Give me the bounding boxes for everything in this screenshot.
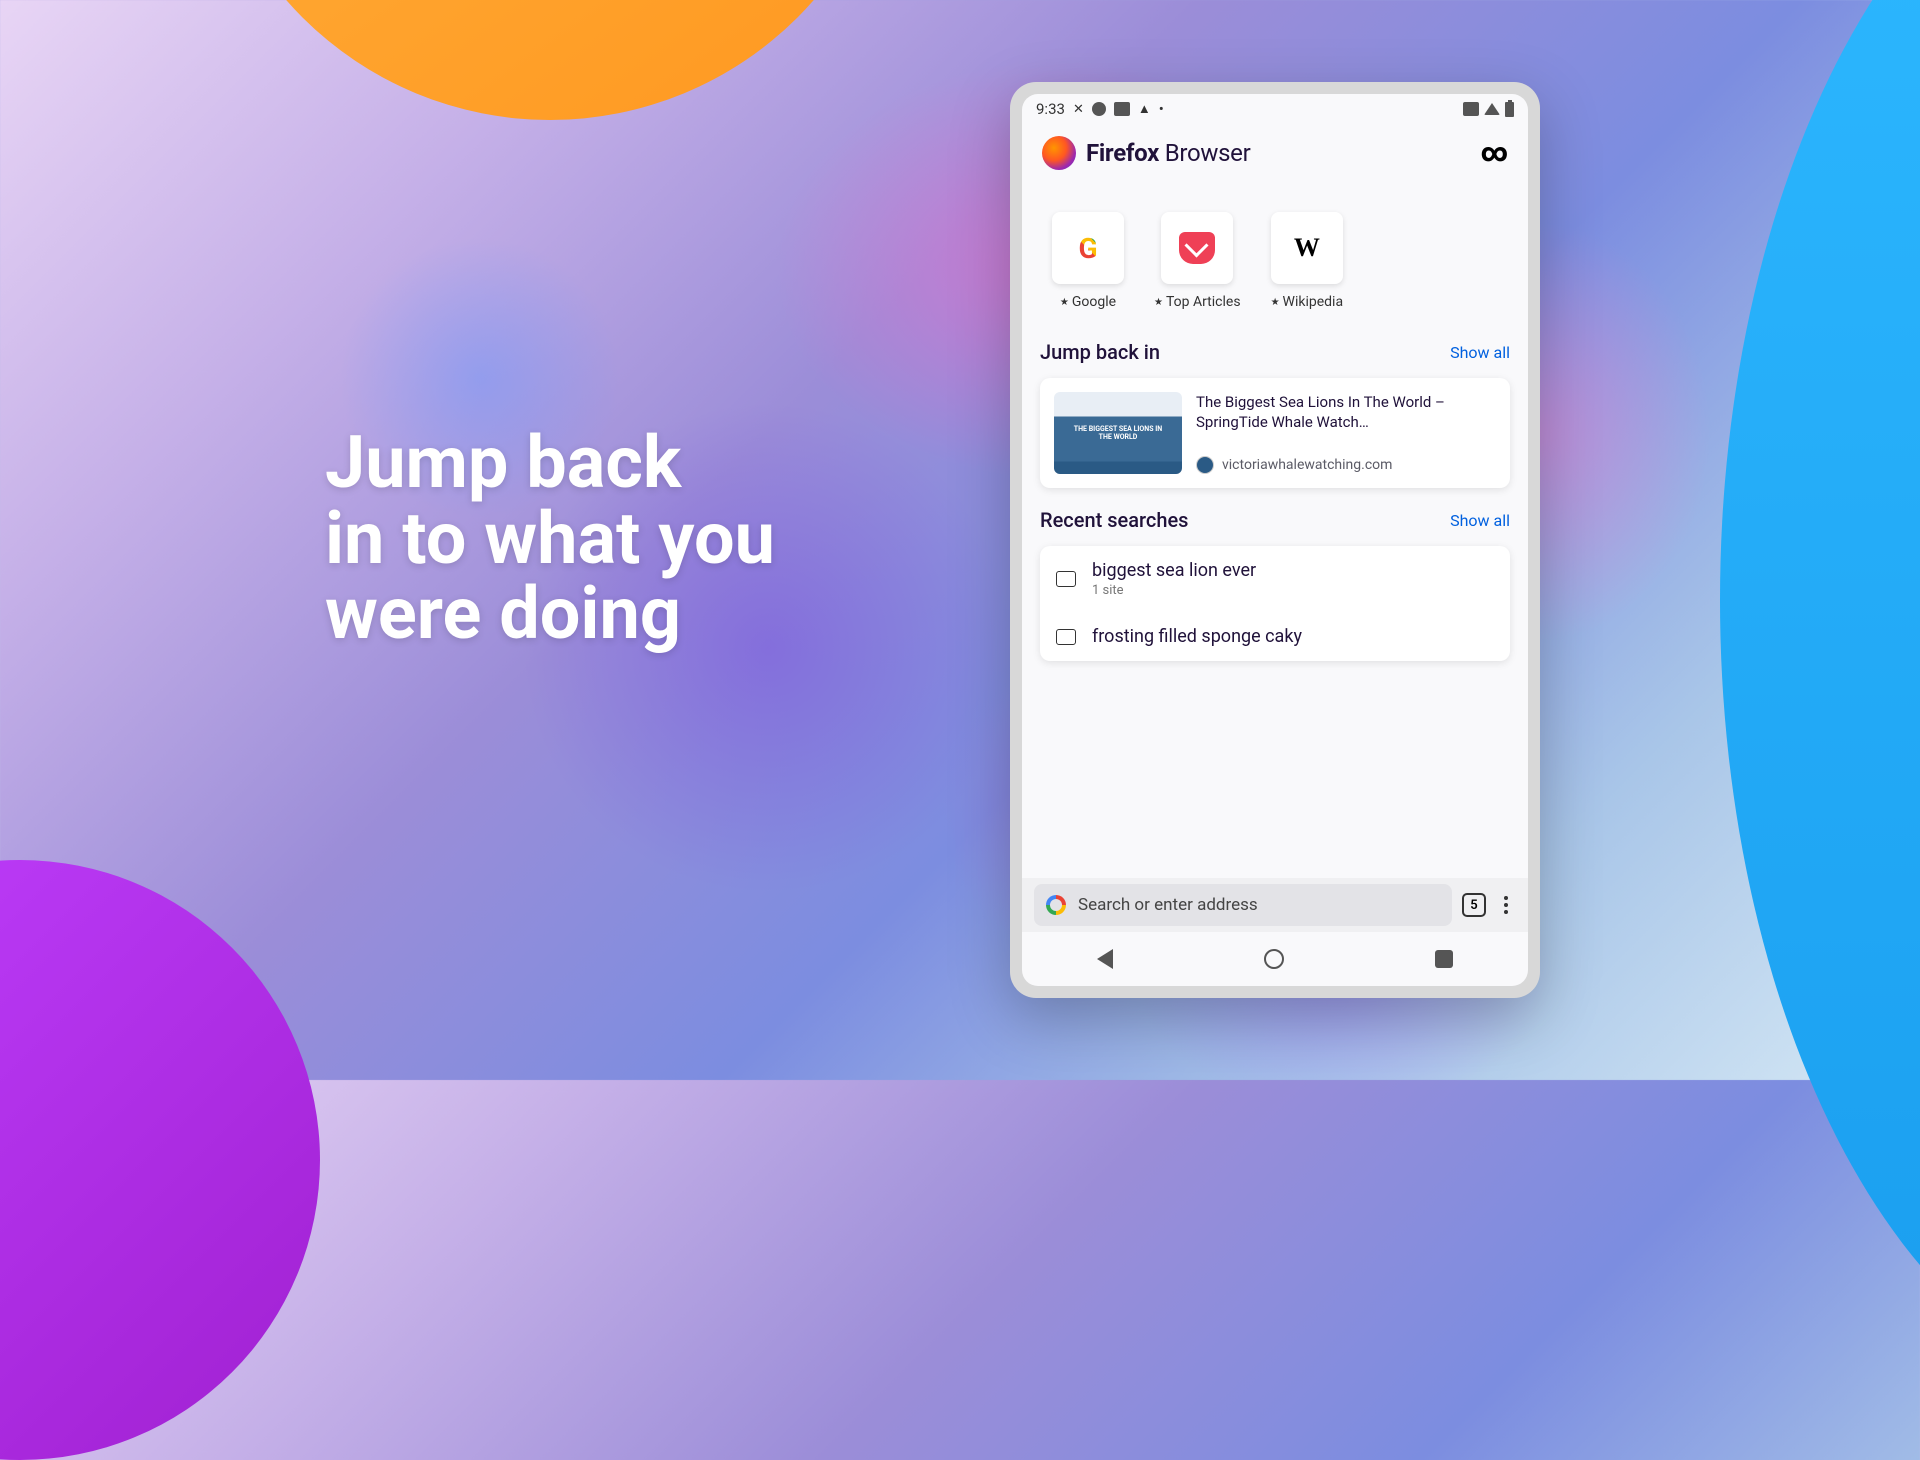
wifi-icon bbox=[1484, 103, 1500, 115]
pocket-icon bbox=[1179, 232, 1215, 264]
show-all-link[interactable]: Show all bbox=[1450, 343, 1510, 362]
phone-screen: 9:33 ✕ ▲ • Firefox Browser ∞ G bbox=[1022, 94, 1528, 986]
search-query: biggest sea lion ever bbox=[1092, 560, 1256, 581]
recent-search-item[interactable]: frosting filled sponge caky bbox=[1040, 612, 1510, 661]
address-bar[interactable]: Search or enter address bbox=[1034, 884, 1452, 926]
search-engine-icon bbox=[1046, 895, 1066, 915]
pin-icon: ★ bbox=[1154, 297, 1163, 308]
status-dot: • bbox=[1159, 100, 1164, 118]
jump-back-section: Jump back in Show all THE BIGGEST SEA LI… bbox=[1022, 320, 1528, 488]
topsite-wikipedia[interactable]: W ★Wikipedia bbox=[1271, 212, 1344, 310]
firefox-logo-icon bbox=[1042, 136, 1076, 170]
tab-icon bbox=[1056, 571, 1076, 587]
brand-header: Firefox Browser ∞ bbox=[1022, 124, 1528, 182]
section-title: Jump back in bbox=[1040, 340, 1160, 364]
nav-home-button[interactable] bbox=[1264, 949, 1284, 969]
show-all-link[interactable]: Show all bbox=[1450, 511, 1510, 530]
section-title: Recent searches bbox=[1040, 508, 1188, 532]
infinity-icon[interactable]: ∞ bbox=[1480, 138, 1508, 168]
address-placeholder: Search or enter address bbox=[1078, 895, 1258, 915]
recent-search-item[interactable]: biggest sea lion ever 1 site bbox=[1040, 546, 1510, 612]
menu-button[interactable] bbox=[1496, 896, 1516, 914]
battery-icon bbox=[1505, 102, 1514, 117]
status-icon bbox=[1114, 102, 1130, 116]
recent-search-list: biggest sea lion ever 1 site frosting fi… bbox=[1040, 546, 1510, 661]
brand-text: Firefox Browser bbox=[1086, 139, 1250, 167]
pin-icon: ★ bbox=[1060, 297, 1069, 308]
tab-icon bbox=[1056, 629, 1076, 645]
card-source: victoriawhalewatching.com bbox=[1222, 457, 1392, 473]
search-query: frosting filled sponge caky bbox=[1092, 626, 1302, 647]
status-icon: ✕ bbox=[1073, 102, 1084, 117]
recent-searches-section: Recent searches Show all biggest sea lio… bbox=[1022, 488, 1528, 661]
marketing-headline: Jump back in to what you were doing bbox=[325, 425, 775, 652]
nav-recent-button[interactable] bbox=[1435, 950, 1453, 968]
tab-counter-button[interactable]: 5 bbox=[1462, 893, 1486, 917]
card-title: The Biggest Sea Lions In The World – Spr… bbox=[1196, 392, 1496, 433]
jump-back-card[interactable]: THE BIGGEST SEA LIONS IN THE WORLD The B… bbox=[1040, 378, 1510, 488]
status-icon bbox=[1092, 102, 1106, 116]
card-thumbnail: THE BIGGEST SEA LIONS IN THE WORLD bbox=[1054, 392, 1182, 474]
background-splash bbox=[0, 0, 1920, 1080]
wikipedia-icon: W bbox=[1294, 233, 1320, 263]
status-bar: 9:33 ✕ ▲ • bbox=[1022, 94, 1528, 124]
google-icon: G bbox=[1078, 232, 1097, 265]
nav-back-button[interactable] bbox=[1097, 949, 1113, 969]
favicon-icon bbox=[1196, 456, 1214, 474]
browser-toolbar: Search or enter address 5 bbox=[1022, 878, 1528, 932]
warning-icon: ▲ bbox=[1138, 101, 1151, 117]
status-time: 9:33 bbox=[1036, 100, 1065, 118]
pin-icon: ★ bbox=[1271, 297, 1280, 308]
cast-icon bbox=[1463, 102, 1479, 116]
search-sub: 1 site bbox=[1092, 583, 1256, 598]
topsite-google[interactable]: G ★Google bbox=[1052, 212, 1124, 310]
android-nav-bar bbox=[1022, 932, 1528, 986]
phone-frame: 9:33 ✕ ▲ • Firefox Browser ∞ G bbox=[1010, 82, 1540, 998]
topsite-pocket[interactable]: ★Top Articles bbox=[1154, 212, 1241, 310]
topsites-row: G ★Google ★Top Articles W ★Wikipedia bbox=[1022, 182, 1528, 320]
